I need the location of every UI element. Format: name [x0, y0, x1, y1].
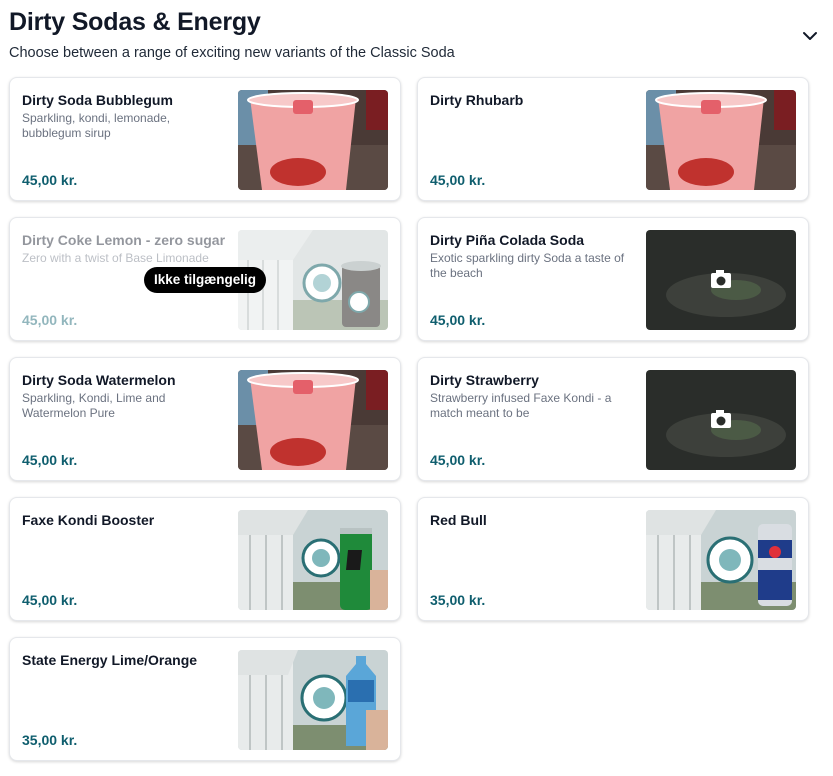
- product-price: 45,00 kr.: [22, 312, 78, 328]
- section-subtitle: Choose between a range of exciting new v…: [9, 45, 455, 61]
- product-price: 45,00 kr.: [22, 452, 78, 468]
- product-price: 45,00 kr.: [22, 592, 78, 608]
- green-can-logo-icon: [238, 510, 388, 610]
- product-name: Dirty Piña Colada Soda: [430, 232, 585, 248]
- product-card[interactable]: Dirty Coke Lemon - zero sugar Zero with …: [9, 217, 401, 341]
- product-name: Faxe Kondi Booster: [22, 512, 155, 528]
- product-name: Dirty Coke Lemon - zero sugar: [22, 232, 226, 248]
- product-description: Zero with a twist of Base Limonade: [22, 251, 209, 265]
- section-title: Dirty Sodas & Energy: [9, 8, 261, 36]
- product-image: [646, 230, 796, 330]
- product-image: [238, 370, 388, 470]
- product-price: 45,00 kr.: [430, 312, 486, 328]
- product-image: [238, 510, 388, 610]
- product-price: 45,00 kr.: [430, 172, 486, 188]
- product-image: [646, 370, 796, 470]
- product-image: [646, 510, 796, 610]
- product-price: 45,00 kr.: [430, 452, 486, 468]
- camera-placeholder-icon: [646, 370, 796, 470]
- pink-soda-cup-icon: [646, 90, 796, 190]
- product-card[interactable]: Dirty Piña Colada Soda Exotic sparkling …: [417, 217, 809, 341]
- camera-placeholder-icon: [646, 230, 796, 330]
- chevron-down-icon: [803, 32, 817, 40]
- product-description: Exotic sparkling dirty Soda a taste of t…: [430, 251, 625, 280]
- product-name: State Energy Lime/Orange: [22, 652, 198, 668]
- product-description: Sparkling, Kondi, Lime and Watermelon Pu…: [22, 391, 166, 420]
- redbull-can-logo-icon: [646, 510, 796, 610]
- product-card[interactable]: Faxe Kondi Booster 45,00 kr.: [9, 497, 401, 621]
- product-price: 35,00 kr.: [22, 732, 78, 748]
- product-price: 35,00 kr.: [430, 592, 486, 608]
- section-header: Dirty Sodas & Energy Choose between a ra…: [9, 6, 824, 66]
- product-name: Dirty Soda Bubblegum: [22, 92, 173, 108]
- product-card[interactable]: State Energy Lime/Orange 35,00 kr.: [9, 637, 401, 761]
- product-description: Sparkling, kondi, lemonade, bubblegum si…: [22, 111, 171, 140]
- product-name: Dirty Soda Watermelon: [22, 372, 176, 388]
- pink-soda-cup-icon: [238, 90, 388, 190]
- product-card[interactable]: Red Bull 35,00 kr.: [417, 497, 809, 621]
- product-card[interactable]: Dirty Rhubarb 45,00 kr.: [417, 77, 809, 201]
- product-name: Red Bull: [430, 512, 487, 528]
- collapse-toggle-button[interactable]: [796, 24, 824, 48]
- product-description: Strawberry infused Faxe Kondi - a match …: [430, 391, 612, 420]
- product-name: Dirty Rhubarb: [430, 92, 524, 108]
- product-card[interactable]: Dirty Strawberry Strawberry infused Faxe…: [417, 357, 809, 481]
- product-card[interactable]: Dirty Soda Watermelon Sparkling, Kondi, …: [9, 357, 401, 481]
- blue-bottle-logo-icon: [238, 650, 388, 750]
- product-image: [646, 90, 796, 190]
- unavailable-badge: Ikke tilgængelig: [144, 267, 267, 293]
- product-name: Dirty Strawberry: [430, 372, 539, 388]
- product-card[interactable]: Dirty Soda Bubblegum Sparkling, kondi, l…: [9, 77, 401, 201]
- product-image: [238, 90, 388, 190]
- product-image: [238, 650, 388, 750]
- product-price: 45,00 kr.: [22, 172, 78, 188]
- pink-soda-cup-icon: [238, 370, 388, 470]
